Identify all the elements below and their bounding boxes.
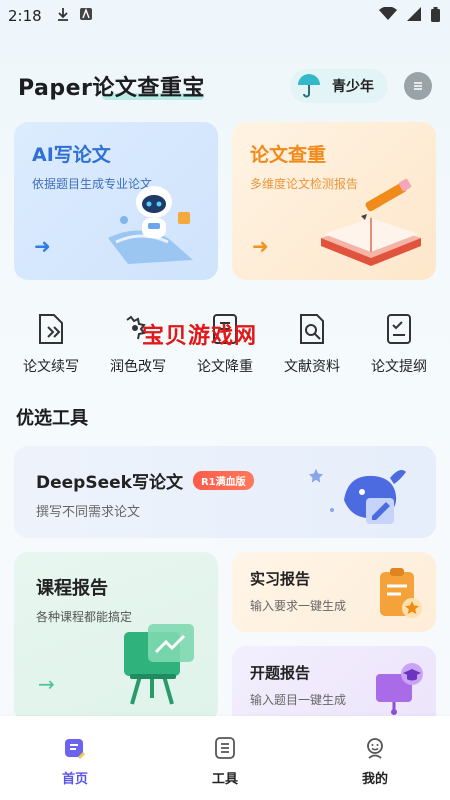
tab-tools[interactable]: 工具	[180, 736, 270, 800]
paper-check-card[interactable]: 论文查重 多维度论文检测报告 ➜	[232, 122, 436, 280]
menu-icon	[412, 77, 424, 96]
quick-tool-outline[interactable]: 论文提纲	[366, 312, 432, 382]
deepseek-write-card[interactable]: DeepSeek写论文 R1满血版 撰写不同需求论文	[14, 446, 436, 538]
teen-mode-button[interactable]: 青少年	[290, 69, 388, 103]
clipboard-star-icon	[376, 566, 424, 626]
status-bar: 2:18	[0, 0, 450, 32]
bottom-tab-bar: 首页 工具 我的	[0, 716, 450, 800]
graduation-board-icon	[372, 660, 424, 720]
proposal-report-card[interactable]: 开题报告 输入题目一键生成	[232, 646, 436, 726]
quick-tool-label: 润色改写	[110, 359, 166, 375]
ai-write-title: AI写论文	[32, 144, 111, 166]
tab-label: 我的	[361, 772, 388, 787]
arrow-right-icon: ➜	[252, 234, 269, 258]
course-report-card[interactable]: 课程报告 各种课程都能搞定 →	[14, 552, 218, 722]
arrow-right-icon: ➜	[34, 234, 51, 258]
continue-writing-icon	[34, 312, 68, 346]
watermark-text: 宝贝游戏网	[142, 324, 258, 349]
quick-tool-label: 文献资料	[284, 359, 340, 375]
umbrella-icon	[294, 71, 324, 101]
tab-label: 首页	[61, 772, 88, 787]
internship-report-card[interactable]: 实习报告 输入要求一键生成	[232, 552, 436, 632]
quick-tool-continue[interactable]: 论文续写	[18, 312, 84, 382]
robot-illustration	[98, 168, 208, 272]
whale-illustration	[302, 456, 412, 532]
tab-profile[interactable]: 我的	[330, 736, 420, 800]
outline-icon	[382, 312, 416, 346]
book-pencil-illustration	[316, 178, 426, 272]
quick-tool-label: 论文提纲	[371, 359, 427, 375]
quick-tool-literature[interactable]: 文献资料	[279, 312, 345, 382]
status-time: 2:18	[8, 7, 42, 25]
signal-icon	[407, 7, 421, 25]
app-notification-icon	[79, 8, 92, 24]
menu-button[interactable]	[404, 72, 432, 100]
section-title: 优选工具	[16, 408, 88, 429]
tab-label: 工具	[211, 772, 238, 787]
app-header: Paper论文查重宝 青少年	[0, 62, 450, 110]
ai-write-paper-card[interactable]: AI写论文 依据题目生成专业论文 ➜	[14, 122, 218, 280]
paper-check-title: 论文查重	[250, 144, 327, 166]
tab-home[interactable]: 首页	[30, 736, 120, 800]
battery-icon	[431, 6, 440, 26]
quick-tool-label: 论文续写	[23, 359, 79, 375]
teen-mode-label: 青少年	[332, 79, 374, 95]
r1-badge: R1满血版	[192, 471, 254, 490]
profile-icon	[363, 736, 387, 760]
literature-search-icon	[295, 312, 329, 346]
wifi-icon	[379, 6, 397, 25]
quick-tool-label: 论文降重	[197, 359, 253, 375]
course-report-title: 课程报告	[36, 578, 108, 599]
download-icon	[56, 7, 70, 25]
deepseek-title: DeepSeek写论文	[36, 473, 183, 493]
arrow-right-icon: →	[38, 672, 55, 696]
app-title: Paper论文查重宝	[18, 70, 205, 102]
chart-board-illustration	[118, 618, 204, 712]
home-icon	[63, 736, 87, 760]
tools-icon	[213, 736, 237, 760]
